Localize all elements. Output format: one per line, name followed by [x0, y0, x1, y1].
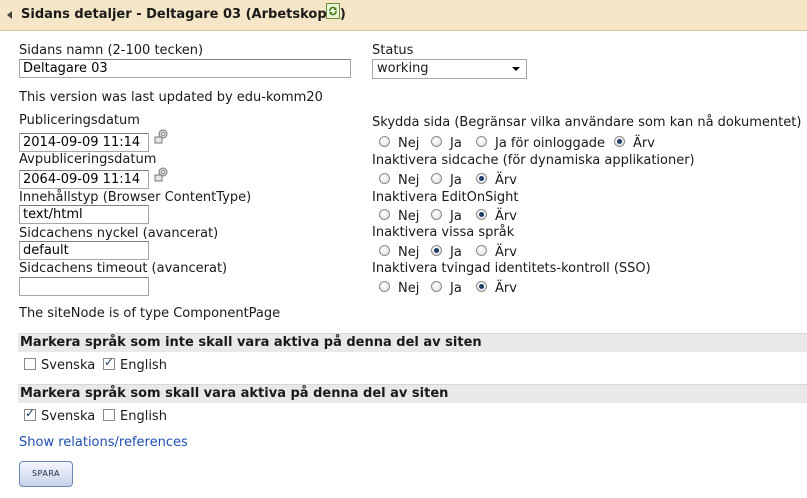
unpublish-date-label: Avpubliceringsdatum [19, 152, 157, 167]
disable-languages-radio-no[interactable] [379, 245, 390, 256]
disable-sso-radio-no[interactable] [379, 281, 390, 292]
save-button[interactable]: SPARA [19, 461, 73, 487]
active-english-label: English [120, 409, 167, 424]
disable-cache-radio-yes[interactable] [431, 173, 442, 184]
chevron-down-icon [512, 67, 520, 71]
disable-cache-option-yes-label: Ja [450, 173, 462, 188]
disable-languages-option-no-label: Nej [398, 245, 420, 260]
status-label: Status [372, 43, 414, 58]
protect-option-yes-label: Ja [450, 136, 462, 151]
protect-radio-no[interactable] [379, 136, 390, 147]
date-picker-icon[interactable] [152, 128, 170, 146]
collapse-triangle-icon[interactable] [7, 11, 12, 19]
disable-sso-option-inherit-label: Ärv [495, 281, 517, 296]
cache-key-label: Sidcachens nyckel (avancerat) [19, 226, 219, 241]
disable-cache-label: Inaktivera sidcache (för dynamiska appli… [372, 153, 695, 168]
disable-sso-label: Inaktivera tvingad identitets-kontroll (… [372, 261, 651, 276]
inactive-swedish-label: Svenska [41, 358, 96, 373]
disable-cache-option-no-label: Nej [398, 173, 420, 188]
inactive-english-checkbox[interactable] [103, 355, 115, 370]
refresh-icon[interactable] [326, 3, 340, 19]
disable-sso-radio-inherit[interactable] [476, 281, 487, 292]
page-name-label: Sidans namn (2-100 tecken) [19, 43, 204, 58]
protect-option-no-label: Nej [398, 136, 420, 151]
protect-radio-anonymous[interactable] [476, 136, 487, 147]
cache-key-input[interactable]: default [19, 241, 149, 260]
inactive-swedish-checkbox[interactable] [24, 358, 36, 370]
publish-date-label: Publiceringsdatum [19, 113, 140, 128]
disable-languages-label: Inaktivera vissa språk [372, 225, 515, 240]
protect-option-anonymous-label: Ja för oinloggade [495, 136, 606, 151]
protect-option-inherit-label: Ärv [633, 136, 655, 151]
active-swedish-label: Svenska [41, 409, 96, 424]
disable-languages-radio-inherit[interactable] [476, 245, 487, 256]
disable-editonsight-option-no-label: Nej [398, 209, 420, 224]
active-swedish-checkbox[interactable] [24, 406, 36, 421]
disable-cache-option-inherit-label: Ärv [495, 173, 517, 188]
disable-languages-option-yes-label: Ja [450, 245, 462, 260]
disable-editonsight-option-yes-label: Ja [450, 209, 462, 224]
panel-header: Sidans detaljer - Deltagare 03 (Arbetsko… [0, 0, 807, 31]
disable-cache-radio-inherit[interactable] [476, 173, 487, 184]
last-updated-text: This version was last updated by edu-kom… [19, 90, 323, 105]
disable-languages-radio-yes[interactable] [431, 245, 442, 256]
disable-editonsight-option-inherit-label: Ärv [495, 209, 517, 224]
active-english-checkbox[interactable] [103, 409, 115, 421]
date-picker-icon[interactable] [152, 166, 170, 184]
disable-editonsight-radio-no[interactable] [379, 209, 390, 220]
cache-timeout-label: Sidcachens timeout (avancerat) [19, 261, 228, 276]
disable-editonsight-radio-yes[interactable] [431, 209, 442, 220]
panel-title: Sidans detaljer - Deltagare 03 (Arbetsko… [21, 7, 346, 22]
disable-sso-option-no-label: Nej [398, 281, 420, 296]
inactive-languages-section: Markera språk som inte skall vara aktiva… [18, 333, 807, 352]
active-languages-section: Markera språk som skall vara aktiva på d… [18, 384, 807, 403]
disable-sso-option-yes-label: Ja [450, 281, 462, 296]
disable-cache-radio-no[interactable] [379, 173, 390, 184]
page-name-input[interactable]: Deltagare 03 [19, 59, 351, 78]
protect-radio-inherit[interactable] [614, 136, 625, 147]
protect-radio-yes[interactable] [431, 136, 442, 147]
status-select[interactable]: working [372, 59, 527, 79]
content-type-input[interactable]: text/html [19, 205, 149, 224]
disable-editonsight-label: Inaktivera EditOnSight [372, 190, 519, 205]
disable-editonsight-radio-inherit[interactable] [476, 209, 487, 220]
content-type-label: Innehållstyp (Browser ContentType) [19, 190, 252, 205]
publish-date-input[interactable]: 2014-09-09 11:14 [19, 133, 149, 152]
site-node-type-text: The siteNode is of type ComponentPage [19, 306, 281, 321]
cache-timeout-input[interactable] [19, 277, 149, 296]
protect-page-label: Skydda sida (Begränsar vilka användare s… [372, 115, 802, 130]
disable-languages-option-inherit-label: Ärv [495, 245, 517, 260]
show-relations-link[interactable]: Show relations/references [19, 435, 188, 450]
inactive-languages-title: Markera språk som inte skall vara aktiva… [20, 335, 482, 350]
active-languages-title: Markera språk som skall vara aktiva på d… [20, 386, 449, 401]
status-select-value: working [377, 61, 429, 76]
inactive-english-label: English [120, 358, 167, 373]
unpublish-date-input[interactable]: 2064-09-09 11:14 [19, 170, 149, 189]
disable-sso-radio-yes[interactable] [431, 281, 442, 292]
